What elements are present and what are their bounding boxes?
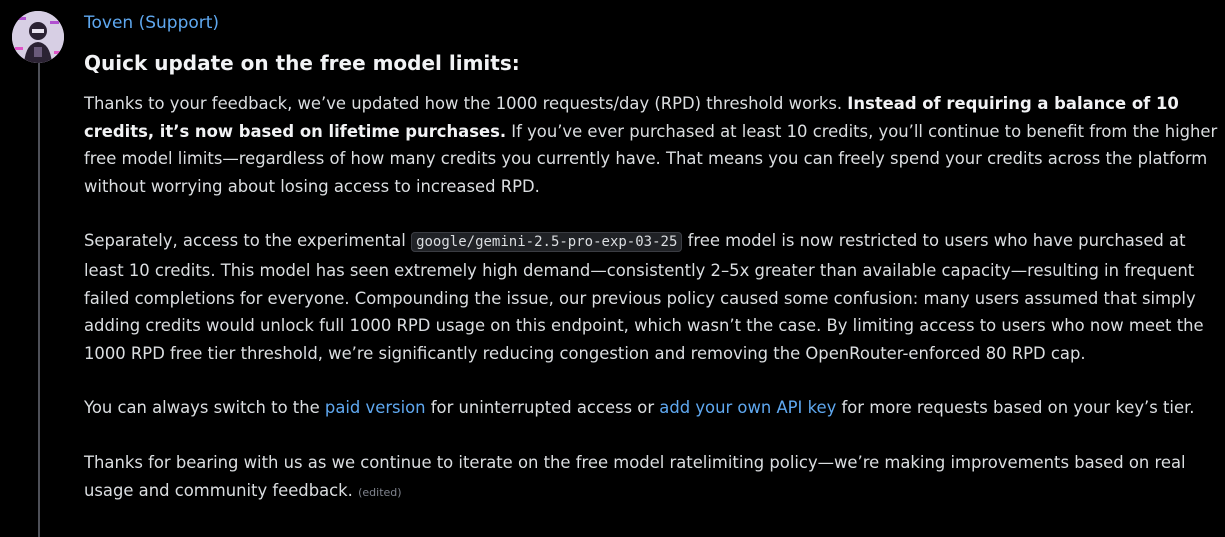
model-id-code: google/gemini-2.5-pro-exp-03-25 <box>411 232 683 253</box>
paragraph-4-text: Thanks for bearing with us as we continu… <box>84 452 1186 500</box>
paragraph-4: Thanks for bearing with us as we continu… <box>84 449 1222 506</box>
author-name[interactable]: Toven (Support) <box>84 12 219 34</box>
paragraph-2: Separately, access to the experimental g… <box>84 227 1222 367</box>
edited-label: (edited) <box>358 485 402 499</box>
avatar-image <box>12 11 64 63</box>
paid-version-link[interactable]: paid version <box>325 398 426 417</box>
paragraph-1-text-a: Thanks to your feedback, we’ve updated h… <box>84 94 848 113</box>
paragraph-3-text-b: for uninterrupted access or <box>425 398 660 418</box>
paragraph-1: Thanks to your feedback, we’ve updated h… <box>84 90 1222 200</box>
paragraph-3-text-a: You can always switch to the <box>84 398 325 418</box>
message-heading: Quick update on the free model limits: <box>84 51 520 75</box>
paragraph-2-text-a: Separately, access to the experimental <box>84 231 412 251</box>
thread-line <box>38 62 40 537</box>
api-key-link[interactable]: add your own API key <box>659 398 836 417</box>
message-content: Toven (Support) Quick update on the free… <box>84 12 1222 506</box>
user-avatar[interactable] <box>12 11 64 63</box>
paragraph-3: You can always switch to the paid versio… <box>84 394 1222 422</box>
paragraph-3-text-c: for more requests based on your key’s ti… <box>836 398 1195 418</box>
